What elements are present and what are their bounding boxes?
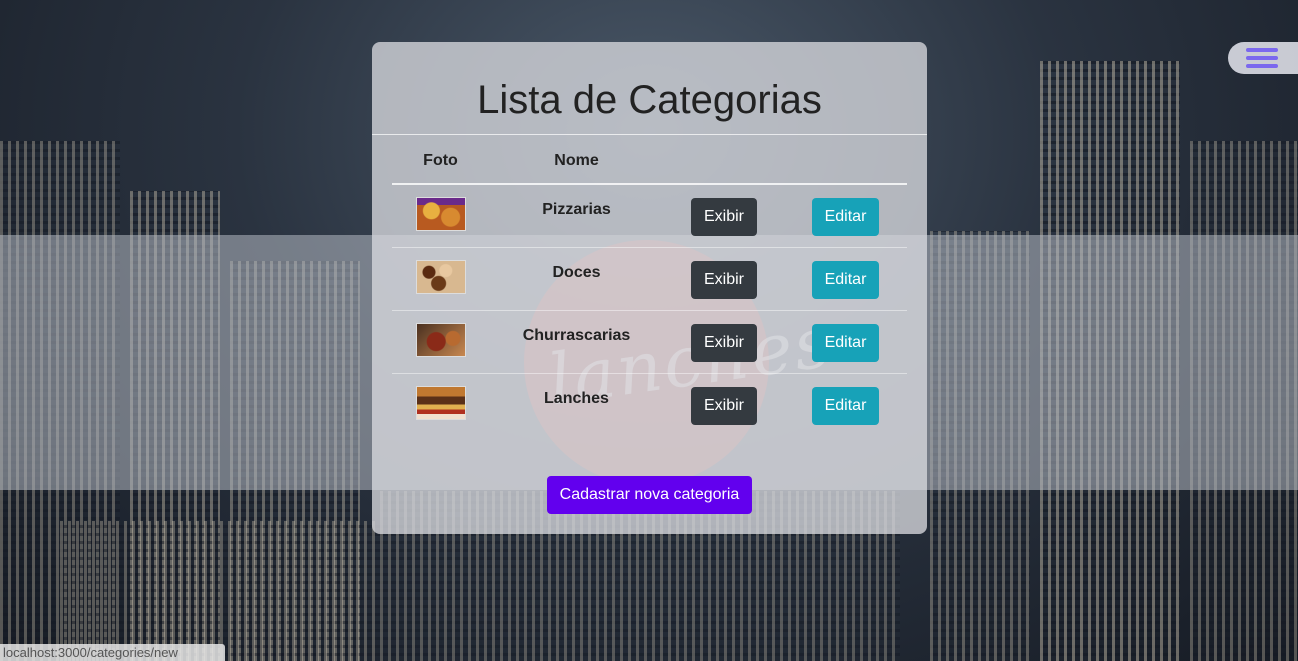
menu-toggle-button[interactable] bbox=[1228, 42, 1298, 74]
burger-thumbnail bbox=[416, 386, 466, 420]
edit-button[interactable]: Editar bbox=[812, 324, 879, 362]
column-header-photo: Foto bbox=[423, 151, 458, 169]
show-button[interactable]: Exibir bbox=[691, 261, 757, 299]
edit-button[interactable]: Editar bbox=[812, 261, 879, 299]
new-category-button[interactable]: Cadastrar nova categoria bbox=[547, 476, 752, 514]
table-row: Lanches Exibir Editar bbox=[392, 374, 907, 437]
table-row: Pizzarias Exibir Editar bbox=[392, 185, 907, 248]
title-divider bbox=[372, 134, 927, 135]
show-button[interactable]: Exibir bbox=[691, 198, 757, 236]
show-button[interactable]: Exibir bbox=[691, 324, 757, 362]
edit-button[interactable]: Editar bbox=[812, 198, 879, 236]
status-bar-url: localhost:3000/categories/new bbox=[0, 644, 225, 661]
sweets-thumbnail bbox=[416, 260, 466, 294]
barbecue-thumbnail bbox=[416, 323, 466, 357]
table-row: Churrascarias Exibir Editar bbox=[392, 311, 907, 374]
category-name: Lanches bbox=[544, 390, 609, 407]
page-title: Lista de Categorias bbox=[477, 78, 822, 122]
edit-button[interactable]: Editar bbox=[812, 387, 879, 425]
category-table: Foto Nome bbox=[392, 138, 664, 183]
category-name: Pizzarias bbox=[542, 201, 611, 218]
category-name: Churrascarias bbox=[522, 327, 631, 344]
table-row: Doces Exibir Editar bbox=[392, 248, 907, 311]
pizza-thumbnail bbox=[416, 197, 466, 231]
category-name: Doces bbox=[552, 264, 601, 281]
column-header-name: Nome bbox=[554, 151, 599, 169]
show-button[interactable]: Exibir bbox=[691, 387, 757, 425]
